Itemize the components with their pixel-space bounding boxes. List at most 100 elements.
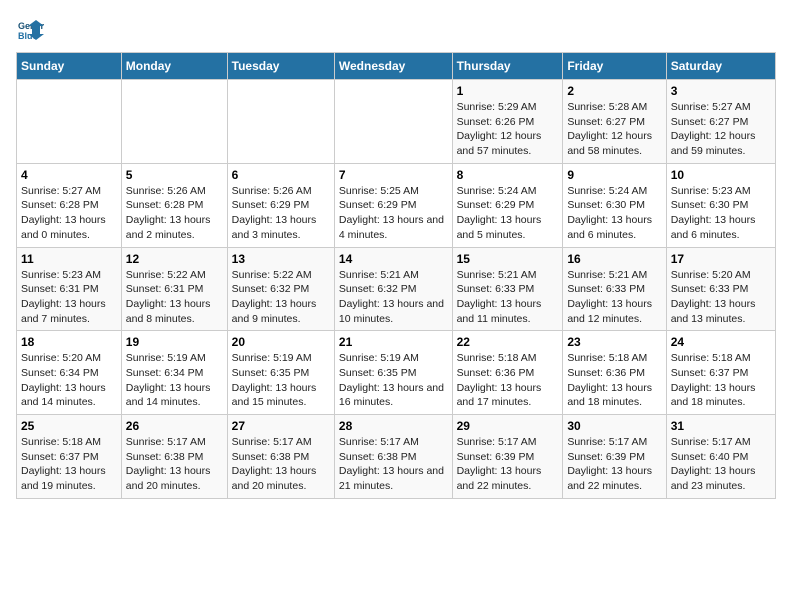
weekday-header-tuesday: Tuesday — [227, 53, 334, 80]
day-info: Sunrise: 5:18 AMSunset: 6:36 PMDaylight:… — [567, 351, 661, 410]
calendar-cell-w4d4: 29 Sunrise: 5:17 AMSunset: 6:39 PMDayligh… — [452, 415, 563, 499]
calendar-cell-w3d4: 22 Sunrise: 5:18 AMSunset: 6:36 PMDayligh… — [452, 331, 563, 415]
day-number: 8 — [457, 168, 559, 182]
day-info: Sunrise: 5:28 AMSunset: 6:27 PMDaylight:… — [567, 100, 661, 159]
day-number: 25 — [21, 419, 117, 433]
day-info: Sunrise: 5:21 AMSunset: 6:32 PMDaylight:… — [339, 268, 448, 327]
day-number: 9 — [567, 168, 661, 182]
day-info: Sunrise: 5:26 AMSunset: 6:28 PMDaylight:… — [126, 184, 223, 243]
day-number: 10 — [671, 168, 771, 182]
day-info: Sunrise: 5:27 AMSunset: 6:28 PMDaylight:… — [21, 184, 117, 243]
weekday-header-sunday: Sunday — [17, 53, 122, 80]
day-info: Sunrise: 5:25 AMSunset: 6:29 PMDaylight:… — [339, 184, 448, 243]
day-number: 11 — [21, 252, 117, 266]
weekday-header-thursday: Thursday — [452, 53, 563, 80]
day-info: Sunrise: 5:29 AMSunset: 6:26 PMDaylight:… — [457, 100, 559, 159]
calendar-cell-w1d0: 4 Sunrise: 5:27 AMSunset: 6:28 PMDaylight… — [17, 163, 122, 247]
day-number: 27 — [232, 419, 330, 433]
calendar-cell-w1d2: 6 Sunrise: 5:26 AMSunset: 6:29 PMDaylight… — [227, 163, 334, 247]
calendar-cell-w1d3: 7 Sunrise: 5:25 AMSunset: 6:29 PMDaylight… — [334, 163, 452, 247]
day-number: 2 — [567, 84, 661, 98]
day-number: 19 — [126, 335, 223, 349]
day-info: Sunrise: 5:23 AMSunset: 6:31 PMDaylight:… — [21, 268, 117, 327]
day-info: Sunrise: 5:18 AMSunset: 6:37 PMDaylight:… — [21, 435, 117, 494]
calendar-cell-w0d6: 3 Sunrise: 5:27 AMSunset: 6:27 PMDaylight… — [666, 80, 775, 164]
day-info: Sunrise: 5:17 AMSunset: 6:38 PMDaylight:… — [339, 435, 448, 494]
day-info: Sunrise: 5:20 AMSunset: 6:33 PMDaylight:… — [671, 268, 771, 327]
calendar-cell-w0d1 — [121, 80, 227, 164]
calendar-cell-w1d6: 10 Sunrise: 5:23 AMSunset: 6:30 PMDayligh… — [666, 163, 775, 247]
day-info: Sunrise: 5:27 AMSunset: 6:27 PMDaylight:… — [671, 100, 771, 159]
calendar-cell-w0d3 — [334, 80, 452, 164]
day-number: 15 — [457, 252, 559, 266]
day-number: 3 — [671, 84, 771, 98]
day-number: 5 — [126, 168, 223, 182]
day-number: 1 — [457, 84, 559, 98]
day-number: 13 — [232, 252, 330, 266]
day-info: Sunrise: 5:19 AMSunset: 6:34 PMDaylight:… — [126, 351, 223, 410]
day-number: 6 — [232, 168, 330, 182]
day-info: Sunrise: 5:21 AMSunset: 6:33 PMDaylight:… — [457, 268, 559, 327]
day-info: Sunrise: 5:17 AMSunset: 6:39 PMDaylight:… — [567, 435, 661, 494]
day-info: Sunrise: 5:19 AMSunset: 6:35 PMDaylight:… — [339, 351, 448, 410]
weekday-header-friday: Friday — [563, 53, 666, 80]
calendar-cell-w4d2: 27 Sunrise: 5:17 AMSunset: 6:38 PMDayligh… — [227, 415, 334, 499]
day-info: Sunrise: 5:24 AMSunset: 6:29 PMDaylight:… — [457, 184, 559, 243]
calendar-cell-w3d1: 19 Sunrise: 5:19 AMSunset: 6:34 PMDayligh… — [121, 331, 227, 415]
calendar-cell-w1d1: 5 Sunrise: 5:26 AMSunset: 6:28 PMDaylight… — [121, 163, 227, 247]
calendar-cell-w2d2: 13 Sunrise: 5:22 AMSunset: 6:32 PMDayligh… — [227, 247, 334, 331]
day-info: Sunrise: 5:19 AMSunset: 6:35 PMDaylight:… — [232, 351, 330, 410]
day-number: 31 — [671, 419, 771, 433]
logo-icon: General Blue — [16, 16, 44, 44]
calendar-cell-w4d0: 25 Sunrise: 5:18 AMSunset: 6:37 PMDayligh… — [17, 415, 122, 499]
logo: General Blue — [16, 16, 48, 44]
day-info: Sunrise: 5:17 AMSunset: 6:38 PMDaylight:… — [126, 435, 223, 494]
calendar-cell-w0d4: 1 Sunrise: 5:29 AMSunset: 6:26 PMDaylight… — [452, 80, 563, 164]
calendar-cell-w4d1: 26 Sunrise: 5:17 AMSunset: 6:38 PMDayligh… — [121, 415, 227, 499]
day-number: 17 — [671, 252, 771, 266]
day-info: Sunrise: 5:17 AMSunset: 6:39 PMDaylight:… — [457, 435, 559, 494]
day-number: 16 — [567, 252, 661, 266]
day-number: 20 — [232, 335, 330, 349]
calendar-cell-w2d5: 16 Sunrise: 5:21 AMSunset: 6:33 PMDayligh… — [563, 247, 666, 331]
day-info: Sunrise: 5:20 AMSunset: 6:34 PMDaylight:… — [21, 351, 117, 410]
calendar-cell-w3d3: 21 Sunrise: 5:19 AMSunset: 6:35 PMDayligh… — [334, 331, 452, 415]
day-number: 30 — [567, 419, 661, 433]
day-info: Sunrise: 5:22 AMSunset: 6:31 PMDaylight:… — [126, 268, 223, 327]
day-number: 21 — [339, 335, 448, 349]
day-number: 23 — [567, 335, 661, 349]
calendar-cell-w2d0: 11 Sunrise: 5:23 AMSunset: 6:31 PMDayligh… — [17, 247, 122, 331]
weekday-header-saturday: Saturday — [666, 53, 775, 80]
day-number: 4 — [21, 168, 117, 182]
day-number: 7 — [339, 168, 448, 182]
calendar-cell-w3d6: 24Sunrise: 5:18 AMSunset: 6:37 PMDayligh… — [666, 331, 775, 415]
calendar-cell-w2d4: 15 Sunrise: 5:21 AMSunset: 6:33 PMDayligh… — [452, 247, 563, 331]
day-number: 26 — [126, 419, 223, 433]
calendar-cell-w2d6: 17 Sunrise: 5:20 AMSunset: 6:33 PMDayligh… — [666, 247, 775, 331]
weekday-header-wednesday: Wednesday — [334, 53, 452, 80]
day-info: Sunrise: 5:26 AMSunset: 6:29 PMDaylight:… — [232, 184, 330, 243]
calendar-cell-w4d5: 30 Sunrise: 5:17 AMSunset: 6:39 PMDayligh… — [563, 415, 666, 499]
calendar-cell-w3d0: 18 Sunrise: 5:20 AMSunset: 6:34 PMDayligh… — [17, 331, 122, 415]
day-number: 22 — [457, 335, 559, 349]
day-number: 18 — [21, 335, 117, 349]
calendar-cell-w0d2 — [227, 80, 334, 164]
calendar-cell-w2d3: 14Sunrise: 5:21 AMSunset: 6:32 PMDayligh… — [334, 247, 452, 331]
day-info: Sunrise: 5:17 AMSunset: 6:38 PMDaylight:… — [232, 435, 330, 494]
day-number: 12 — [126, 252, 223, 266]
calendar-cell-w4d6: 31 Sunrise: 5:17 AMSunset: 6:40 PMDayligh… — [666, 415, 775, 499]
day-number: 24 — [671, 335, 771, 349]
day-number: 29 — [457, 419, 559, 433]
day-info: Sunrise: 5:22 AMSunset: 6:32 PMDaylight:… — [232, 268, 330, 327]
calendar-table: SundayMondayTuesdayWednesdayThursdayFrid… — [16, 52, 776, 499]
day-info: Sunrise: 5:21 AMSunset: 6:33 PMDaylight:… — [567, 268, 661, 327]
calendar-cell-w0d5: 2 Sunrise: 5:28 AMSunset: 6:27 PMDaylight… — [563, 80, 666, 164]
calendar-cell-w1d4: 8 Sunrise: 5:24 AMSunset: 6:29 PMDaylight… — [452, 163, 563, 247]
day-info: Sunrise: 5:18 AMSunset: 6:36 PMDaylight:… — [457, 351, 559, 410]
weekday-header-monday: Monday — [121, 53, 227, 80]
calendar-cell-w3d5: 23 Sunrise: 5:18 AMSunset: 6:36 PMDayligh… — [563, 331, 666, 415]
day-info: Sunrise: 5:23 AMSunset: 6:30 PMDaylight:… — [671, 184, 771, 243]
day-info: Sunrise: 5:17 AMSunset: 6:40 PMDaylight:… — [671, 435, 771, 494]
day-info: Sunrise: 5:24 AMSunset: 6:30 PMDaylight:… — [567, 184, 661, 243]
day-number: 28 — [339, 419, 448, 433]
